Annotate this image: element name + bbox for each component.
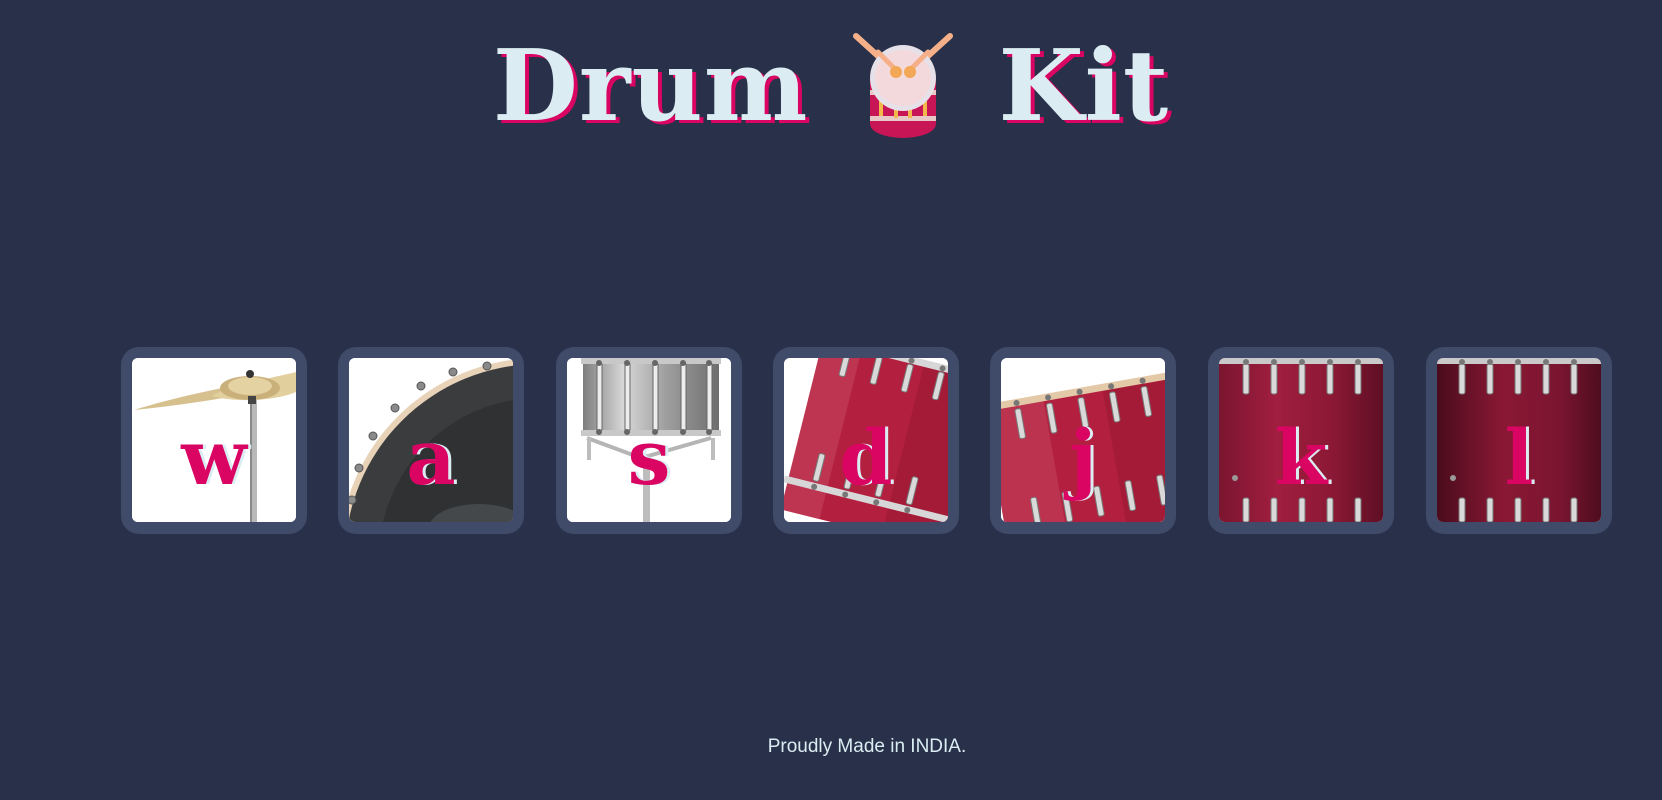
- key-letter: l: [1504, 413, 1534, 502]
- drum-key-k[interactable]: k: [1208, 347, 1394, 534]
- drum-key-d[interactable]: d: [773, 347, 959, 534]
- title-word-kit: Kit: [998, 28, 1170, 144]
- key-face: l: [1437, 358, 1601, 522]
- drum-key-s[interactable]: s: [556, 347, 742, 534]
- page-title: Drum Kit: [0, 30, 1662, 142]
- drum-key-j[interactable]: j: [990, 347, 1176, 534]
- drum-key-l[interactable]: l: [1426, 347, 1612, 534]
- key-letter: d: [839, 413, 893, 502]
- drum-icon: [848, 32, 958, 142]
- key-letter: a: [406, 413, 456, 502]
- drum-key-w[interactable]: w: [121, 347, 307, 534]
- drum-key-a[interactable]: a: [338, 347, 524, 534]
- key-face: j: [1001, 358, 1165, 522]
- key-face: w: [132, 358, 296, 522]
- key-letter: j: [1069, 413, 1097, 502]
- key-face: s: [567, 358, 731, 522]
- key-face: d: [784, 358, 948, 522]
- key-face: a: [349, 358, 513, 522]
- key-letter: k: [1274, 413, 1328, 502]
- key-letter: w: [181, 413, 247, 502]
- key-letter: s: [627, 413, 671, 502]
- key-face: k: [1219, 358, 1383, 522]
- footer-text: Proudly Made in INDIA.: [767, 736, 967, 757]
- title-word-drum: Drum: [492, 28, 809, 144]
